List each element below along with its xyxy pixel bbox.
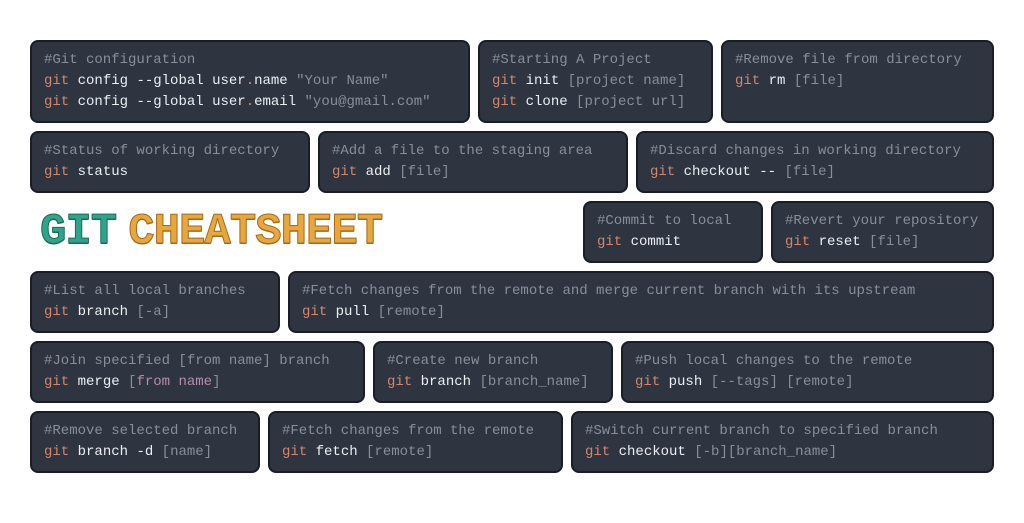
comment: #Git configuration: [44, 50, 456, 71]
card-add: #Add a file to the staging area git add …: [318, 131, 628, 193]
comment: #Push local changes to the remote: [635, 351, 980, 372]
card-merge: #Join specified [from name] branch git m…: [30, 341, 365, 403]
cmd-line: git config --global user.name "Your Name…: [44, 71, 456, 92]
comment: #Fetch changes from the remote and merge…: [302, 281, 980, 302]
comment: #Revert your repository: [785, 211, 980, 232]
comment: #Remove file from directory: [735, 50, 980, 71]
cmd-line: git status: [44, 162, 296, 183]
cmd-line: git commit: [597, 232, 749, 253]
cmd-line: git checkout [-b][branch_name]: [585, 442, 980, 463]
row-5: #Join specified [from name] branch git m…: [30, 341, 994, 403]
row-3: GIT CHEATSHEET #Commit to local git comm…: [30, 201, 994, 263]
cmd-line: git merge [from name]: [44, 372, 351, 393]
card-fetch: #Fetch changes from the remote git fetch…: [268, 411, 563, 473]
card-branch-list: #List all local branches git branch [-a]: [30, 271, 280, 333]
cmd-line: git add [file]: [332, 162, 614, 183]
cmd-line: git fetch [remote]: [282, 442, 549, 463]
card-discard: #Discard changes in working directory gi…: [636, 131, 994, 193]
row-2: #Status of working directory git status …: [30, 131, 994, 193]
comment: #Add a file to the staging area: [332, 141, 614, 162]
cmd-line: git push [--tags] [remote]: [635, 372, 980, 393]
cmd-line: git checkout -- [file]: [650, 162, 980, 183]
card-pull: #Fetch changes from the remote and merge…: [288, 271, 994, 333]
comment: #Join specified [from name] branch: [44, 351, 351, 372]
row-1: #Git configuration git config --global u…: [30, 40, 994, 123]
title-word-git: GIT: [40, 207, 116, 257]
card-branch-del: #Remove selected branch git branch -d [n…: [30, 411, 260, 473]
comment: #Commit to local: [597, 211, 749, 232]
cmd-line: git config --global user.email "you@gmai…: [44, 92, 456, 113]
card-start: #Starting A Project git init [project na…: [478, 40, 713, 123]
cmd-line: git rm [file]: [735, 71, 980, 92]
card-revert: #Revert your repository git reset [file]: [771, 201, 994, 263]
card-branch-new: #Create new branch git branch [branch_na…: [373, 341, 613, 403]
row-4: #List all local branches git branch [-a]…: [30, 271, 994, 333]
cmd-line: git branch [-a]: [44, 302, 266, 323]
comment: #Fetch changes from the remote: [282, 421, 549, 442]
cmd-line: git branch [branch_name]: [387, 372, 599, 393]
card-remove: #Remove file from directory git rm [file…: [721, 40, 994, 123]
card-config: #Git configuration git config --global u…: [30, 40, 470, 123]
card-status: #Status of working directory git status: [30, 131, 310, 193]
cmd-line: git pull [remote]: [302, 302, 980, 323]
row-6: #Remove selected branch git branch -d [n…: [30, 411, 994, 473]
comment: #Create new branch: [387, 351, 599, 372]
card-checkout: #Switch current branch to specified bran…: [571, 411, 994, 473]
cmd-line: git clone [project url]: [492, 92, 699, 113]
cmd-line: git branch -d [name]: [44, 442, 246, 463]
comment: #List all local branches: [44, 281, 266, 302]
card-push: #Push local changes to the remote git pu…: [621, 341, 994, 403]
title-card: GIT CHEATSHEET: [30, 201, 575, 263]
title-word-cheatsheet: CHEATSHEET: [128, 207, 382, 257]
comment: #Status of working directory: [44, 141, 296, 162]
cmd-line: git reset [file]: [785, 232, 980, 253]
comment: #Switch current branch to specified bran…: [585, 421, 980, 442]
cheatsheet-container: #Git configuration git config --global u…: [30, 40, 994, 493]
comment: #Remove selected branch: [44, 421, 246, 442]
comment: #Discard changes in working directory: [650, 141, 980, 162]
cmd-line: git init [project name]: [492, 71, 699, 92]
card-commit: #Commit to local git commit: [583, 201, 763, 263]
comment: #Starting A Project: [492, 50, 699, 71]
